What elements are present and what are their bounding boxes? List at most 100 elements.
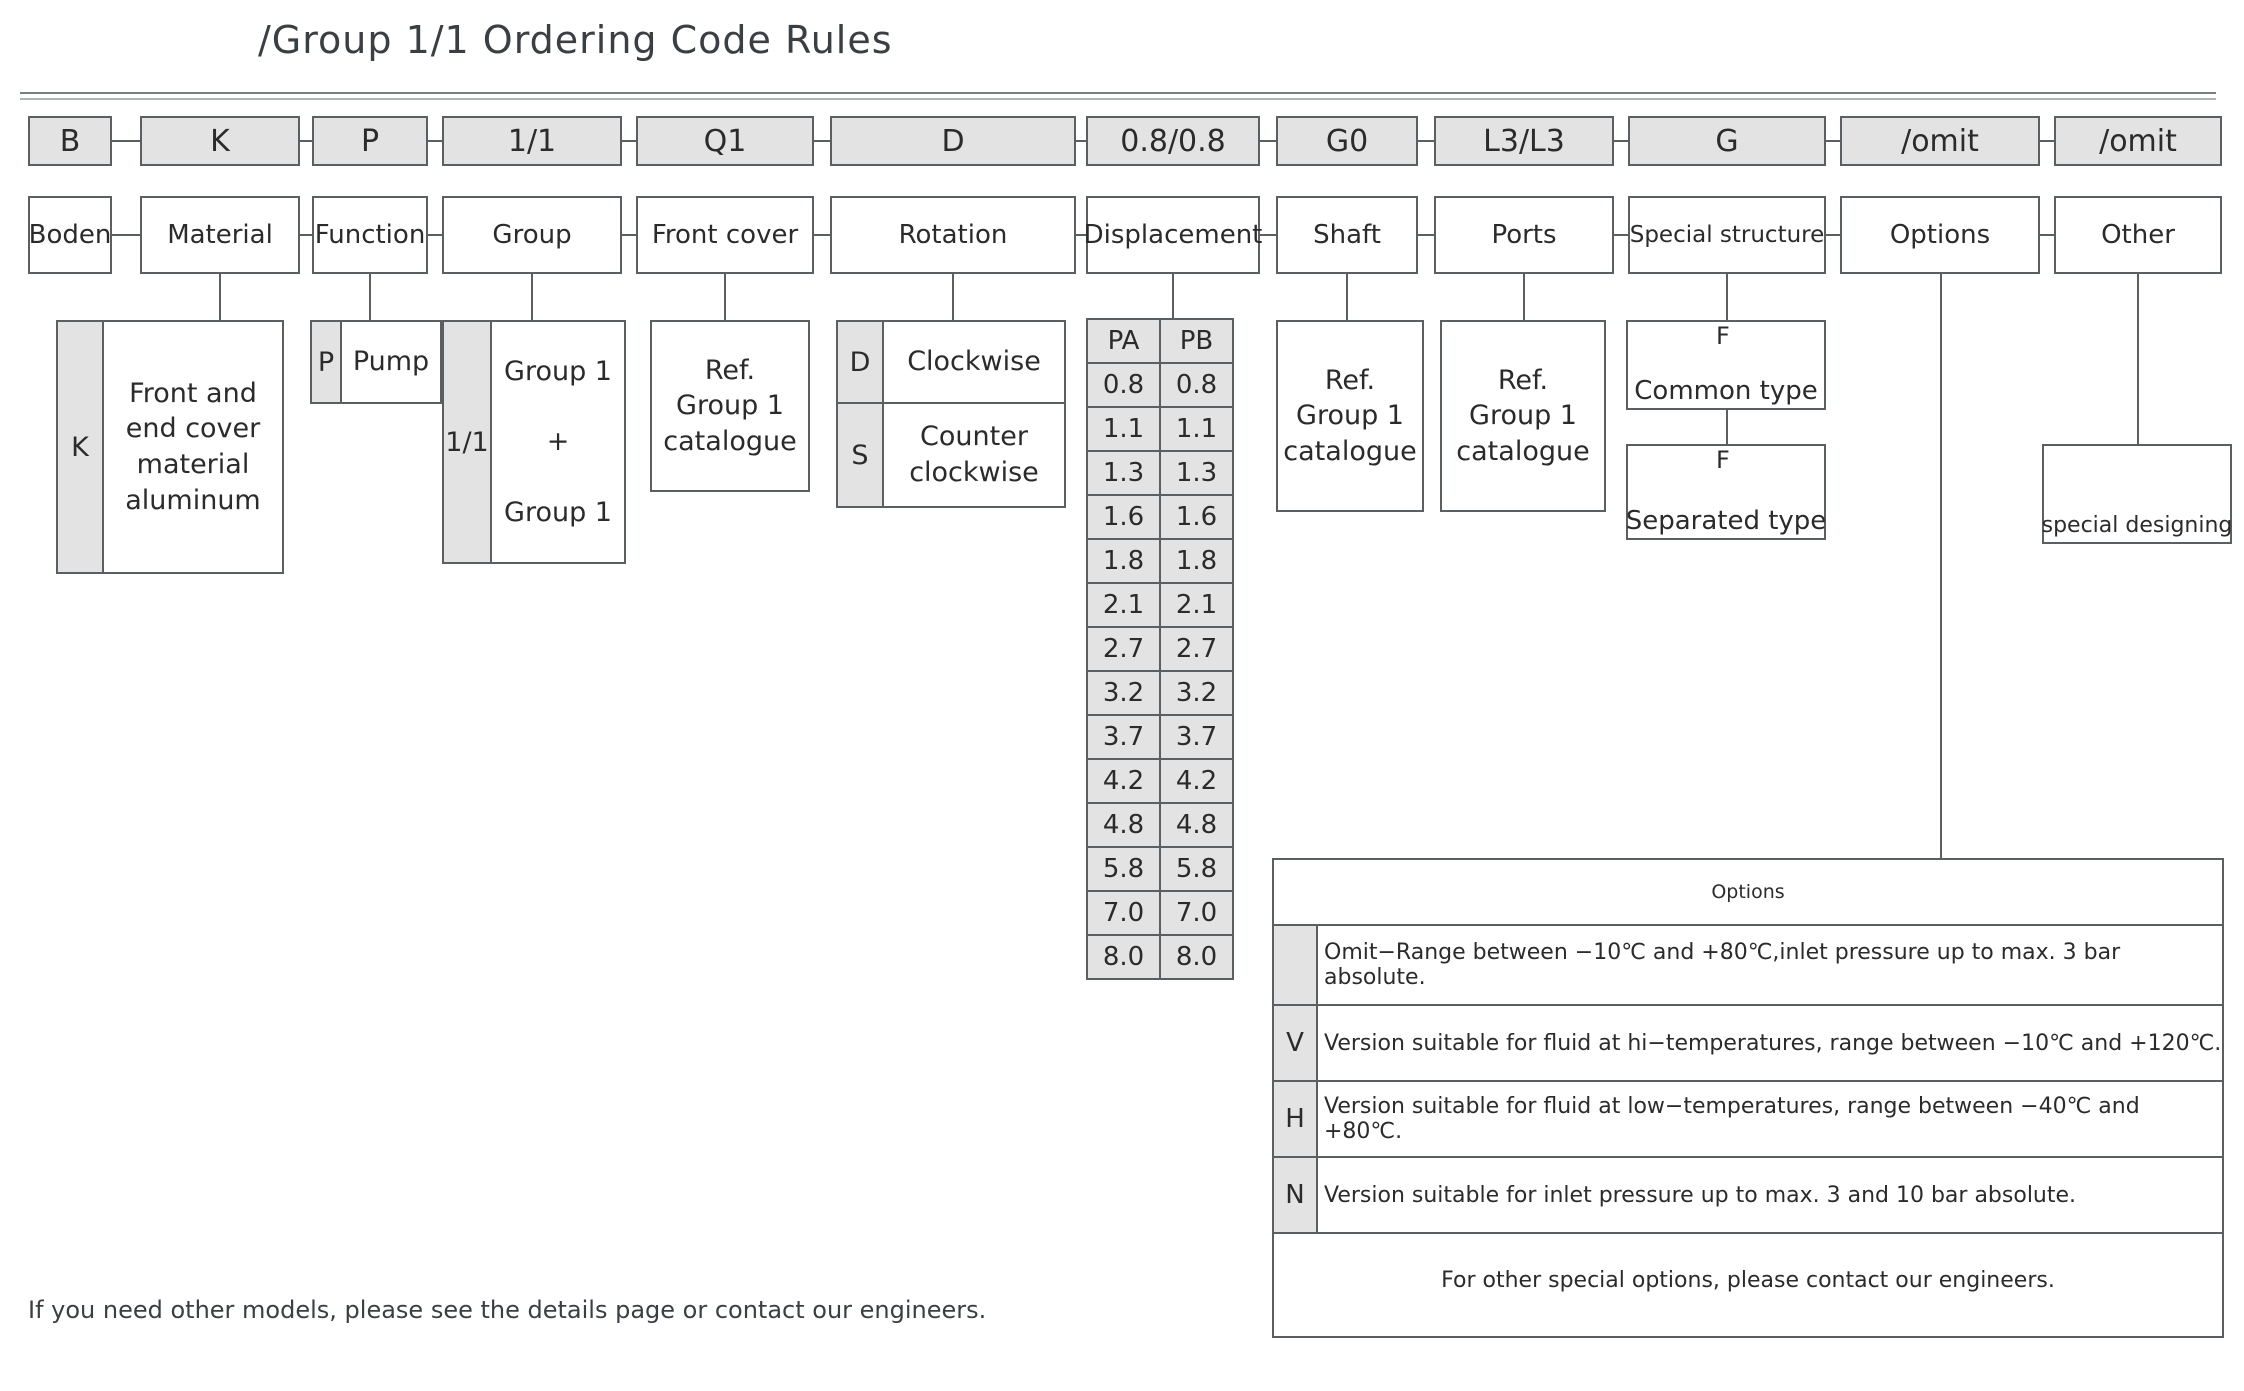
table-row: N Version suitable for inlet pressure up… <box>1274 1158 2222 1234</box>
table-row: H Version suitable for fluid at low−temp… <box>1274 1082 2222 1158</box>
table-row: 7.0 7.0 <box>1088 892 1232 936</box>
label-text: Material <box>167 220 273 250</box>
displacement-header-pa: PA <box>1088 320 1161 362</box>
label-box-displacement[interactable]: Displacement <box>1084 196 1262 274</box>
code-box-other[interactable]: /omit <box>2054 116 2222 166</box>
displacement-table[interactable]: PA PB 0.8 0.8 1.1 1.1 1.3 1.3 1.6 1.6 1.8 1.8… <box>1086 318 1234 980</box>
code-box-special-structure[interactable]: G <box>1628 116 1826 166</box>
code-box-front-cover[interactable]: Q1 <box>636 116 814 166</box>
displacement-pa: 1.3 <box>1088 452 1161 494</box>
displacement-pa: 1.8 <box>1088 540 1161 582</box>
displacement-pa: 0.8 <box>1088 364 1161 406</box>
rotation-detail-clockwise[interactable]: Clockwise <box>882 320 1066 404</box>
table-row: 2.1 2.1 <box>1088 584 1232 628</box>
displacement-pb: 3.2 <box>1175 678 1218 708</box>
group-line-2: + <box>546 426 570 458</box>
label-box-ports[interactable]: Ports <box>1434 196 1614 274</box>
code-connector <box>428 140 442 142</box>
front-cover-line-3: catalogue <box>663 425 797 457</box>
label-connector <box>428 234 442 236</box>
ports-detail-box[interactable]: Ref. Group 1 catalogue <box>1440 320 1606 512</box>
table-row: 1.8 1.8 <box>1088 540 1232 584</box>
material-detail-box[interactable]: Front and end cover material aluminum <box>102 320 284 574</box>
label-box-rotation[interactable]: Rotation <box>830 196 1076 274</box>
displacement-pa: 1.6 <box>1088 496 1161 538</box>
other-detail-box[interactable]: special designing <box>2042 444 2232 544</box>
displacement-pa: 7.0 <box>1088 892 1161 934</box>
footnote: If you need other models, please see the… <box>28 1296 987 1324</box>
code-box-displacement[interactable]: 0.8/0.8 <box>1086 116 1260 166</box>
code-box-material[interactable]: K <box>140 116 300 166</box>
shaft-detail-box[interactable]: Ref. Group 1 catalogue <box>1276 320 1424 512</box>
code-box-shaft[interactable]: G0 <box>1276 116 1418 166</box>
code-box-options[interactable]: /omit <box>1840 116 2040 166</box>
drop-line-function <box>369 274 371 320</box>
label-connector <box>1614 234 1628 236</box>
displacement-pb: 1.8 <box>1175 546 1218 576</box>
table-row: 3.7 3.7 <box>1088 716 1232 760</box>
rotation-detail-counter-clockwise[interactable]: Counter clockwise <box>882 402 1066 508</box>
label-box-boden[interactable]: Boden <box>28 196 112 274</box>
label-text: Shaft <box>1313 220 1381 250</box>
drop-line-other <box>2137 274 2139 444</box>
options-table-footer: For other special options, please contac… <box>1441 1267 2055 1293</box>
group-line-3: Group 1 <box>504 496 612 528</box>
code-box-boden[interactable]: B <box>28 116 112 166</box>
options-code: H <box>1274 1082 1318 1156</box>
displacement-pa: 3.2 <box>1088 672 1161 714</box>
special-structure-separated-label: Separated type <box>1625 506 1827 536</box>
options-table[interactable]: Options Omit−Range between −10℃ and +80℃… <box>1272 858 2224 1338</box>
shaft-line-1: Ref. <box>1324 364 1376 396</box>
label-box-shaft[interactable]: Shaft <box>1276 196 1418 274</box>
label-box-material[interactable]: Material <box>140 196 300 274</box>
front-cover-line-2: Group 1 <box>676 390 784 422</box>
code-connector <box>622 140 636 142</box>
code-connector <box>1614 140 1628 142</box>
displacement-pb: 5.8 <box>1175 854 1218 884</box>
label-box-options[interactable]: Options <box>1840 196 2040 274</box>
drop-line-ports <box>1523 274 1525 320</box>
label-connector <box>1076 234 1086 236</box>
displacement-pb: 1.3 <box>1175 458 1218 488</box>
code-box-ports[interactable]: L3/L3 <box>1434 116 1614 166</box>
displacement-pa: 4.2 <box>1088 760 1161 802</box>
rotation-label-line-1: Counter <box>920 421 1028 453</box>
displacement-pa: 5.8 <box>1088 848 1161 890</box>
label-box-special-structure[interactable]: Special structure <box>1628 196 1826 274</box>
label-box-other[interactable]: Other <box>2054 196 2222 274</box>
table-row: 3.2 3.2 <box>1088 672 1232 716</box>
ports-line-2: Group 1 <box>1469 400 1577 432</box>
front-cover-line-1: Ref. <box>704 354 756 386</box>
group-key-text: 1/1 <box>445 426 489 458</box>
function-detail-box[interactable]: Pump <box>340 320 442 404</box>
drop-line-options <box>1940 274 1942 860</box>
group-detail-box[interactable]: Group 1 + Group 1 <box>490 320 626 564</box>
label-text: Function <box>314 220 426 250</box>
label-text: Boden <box>28 220 112 250</box>
function-label: Pump <box>352 346 430 378</box>
ports-line-3: catalogue <box>1456 435 1590 467</box>
displacement-pb: 1.1 <box>1175 414 1218 444</box>
material-line-4: aluminum <box>125 484 261 516</box>
label-connector <box>1826 234 1840 236</box>
code-box-function[interactable]: P <box>312 116 428 166</box>
drop-line-group <box>531 274 533 320</box>
material-key-text: K <box>71 431 89 463</box>
front-cover-detail-box[interactable]: Ref. Group 1 catalogue <box>650 320 810 492</box>
label-text: Special structure <box>1629 222 1825 248</box>
diagram-canvas: /Group 1/1 Ordering Code Rules B K P 1/1… <box>0 0 2244 1391</box>
table-row: 0.8 0.8 <box>1088 364 1232 408</box>
code-box-rotation[interactable]: D <box>830 116 1076 166</box>
code-connector <box>814 140 830 142</box>
label-text: Rotation <box>898 220 1008 250</box>
rotation-key-cell-d: D <box>836 320 884 404</box>
table-row: 5.8 5.8 <box>1088 848 1232 892</box>
label-box-function[interactable]: Function <box>312 196 428 274</box>
material-line-1: Front and <box>129 377 257 409</box>
label-box-front-cover[interactable]: Front cover <box>636 196 814 274</box>
displacement-pb: 1.6 <box>1175 502 1218 532</box>
code-box-group[interactable]: 1/1 <box>442 116 622 166</box>
table-row: 1.6 1.6 <box>1088 496 1232 540</box>
label-box-group[interactable]: Group <box>442 196 622 274</box>
options-text: Omit−Range between −10℃ and +80℃,inlet p… <box>1324 940 2121 990</box>
